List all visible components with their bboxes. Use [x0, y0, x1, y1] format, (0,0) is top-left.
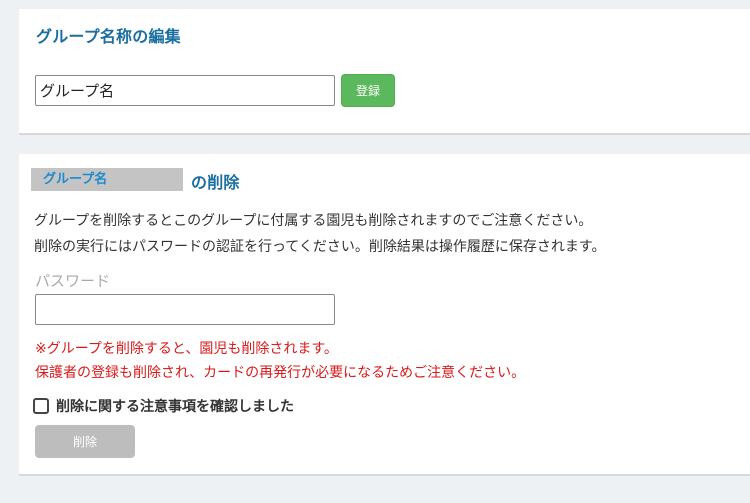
- confirm-checkbox[interactable]: [33, 398, 49, 414]
- delete-description-line-1: グループを削除するとこのグループに付属する園児も削除されますのでご注意ください。: [34, 213, 593, 229]
- confirm-row[interactable]: 削除に関する注意事項を確認しました: [33, 395, 294, 417]
- delete-warning-line-2: 保護者の登録も削除され、カードの再発行が必要になるためご注意ください。: [35, 365, 526, 381]
- group-name-badge: グループ名: [31, 168, 183, 191]
- password-label: パスワード: [35, 272, 111, 290]
- group-name-edit-card: グループ名称の編集 登録: [19, 9, 750, 135]
- delete-section-title: の削除: [191, 173, 240, 192]
- register-button[interactable]: 登録: [341, 74, 395, 107]
- delete-button[interactable]: 削除: [35, 425, 135, 458]
- delete-warning-line-1: ※グループを削除すると、園児も削除されます。: [35, 341, 338, 357]
- password-input[interactable]: [35, 294, 335, 325]
- group-delete-card: グループ名 の削除 グループを削除するとこのグループに付属する園児も削除されます…: [19, 154, 750, 476]
- edit-section-title: グループ名称の編集: [36, 27, 181, 46]
- group-name-input[interactable]: [35, 75, 335, 106]
- delete-description-line-2: 削除の実行にはパスワードの認証を行ってください。削除結果は操作履歴に保存されます…: [34, 239, 606, 255]
- confirm-checkbox-label[interactable]: 削除に関する注意事項を確認しました: [56, 396, 294, 416]
